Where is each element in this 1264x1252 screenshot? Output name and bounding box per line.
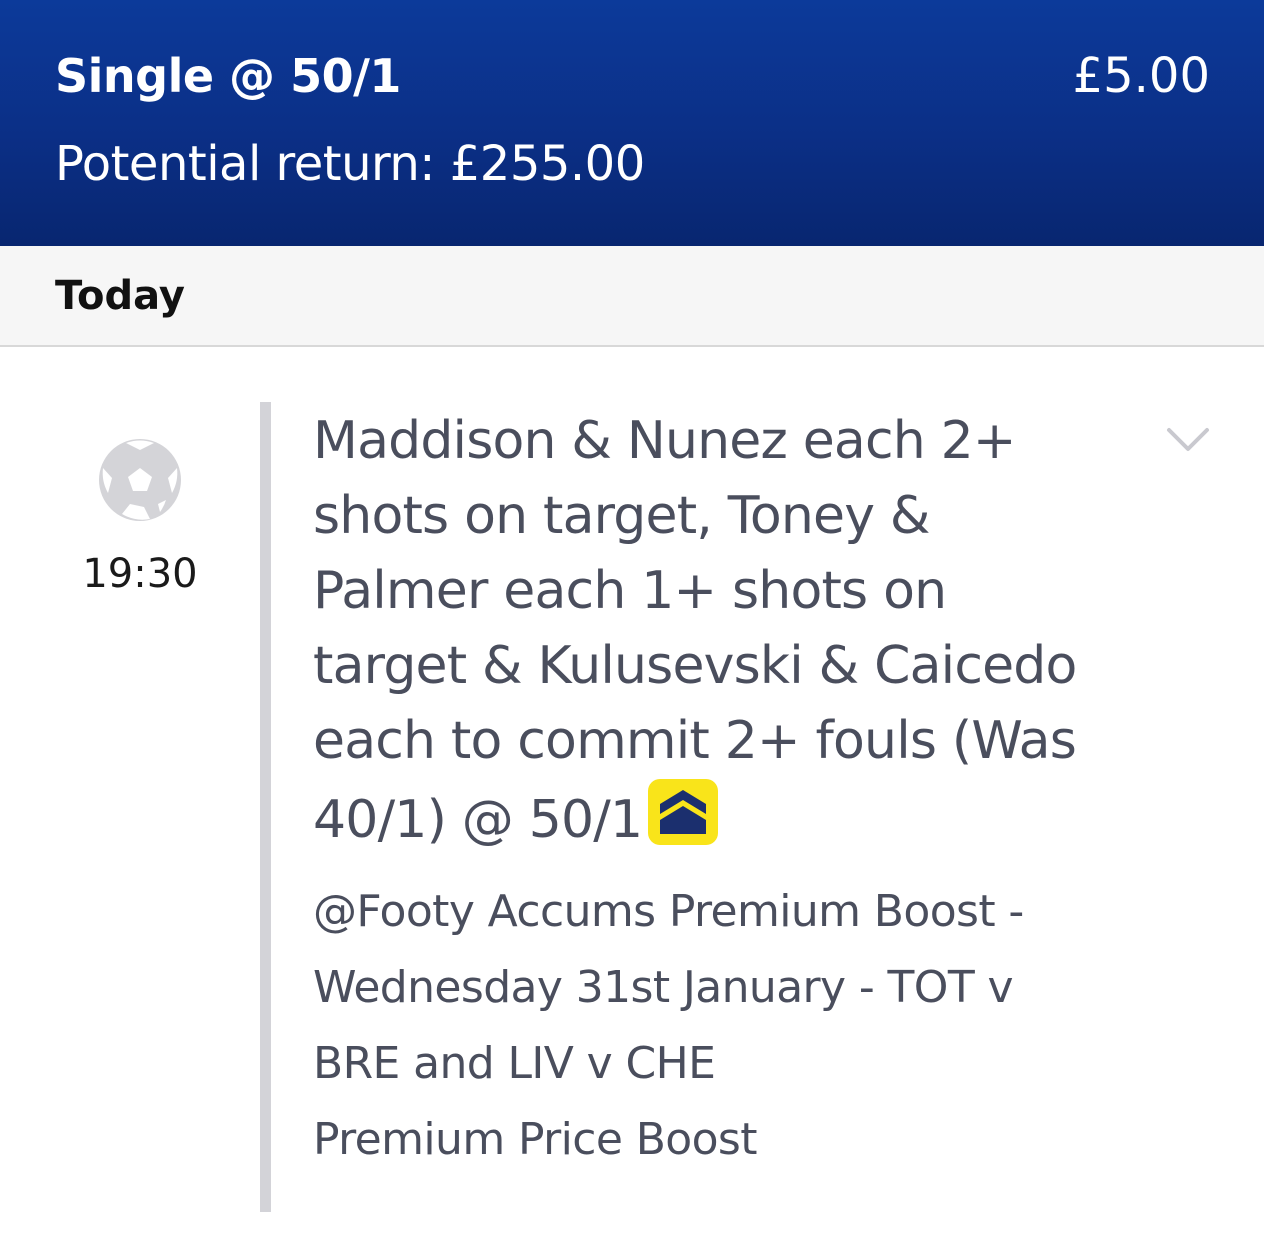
event-time: 19:30 xyxy=(82,551,198,597)
market-line: Wednesday 31st January - TOT v xyxy=(313,962,1014,1013)
chevron-down-icon[interactable] xyxy=(1166,426,1210,454)
day-label: Today xyxy=(55,273,185,319)
stake-amount: £5.00 xyxy=(1072,48,1210,104)
selection-divider xyxy=(260,402,271,1212)
selection-line: shots on target, Toney & xyxy=(313,486,930,546)
selection-line: Palmer each 1+ shots on xyxy=(313,561,947,621)
selection-line: Maddison & Nunez each 2+ xyxy=(313,411,1016,471)
bet-type-label: Single @ 50/1 xyxy=(55,49,401,103)
market-line: Premium Price Boost xyxy=(313,1114,758,1165)
bet-selection-row[interactable]: 19:30 Maddison & Nunez each 2+ shots on … xyxy=(0,348,1264,1252)
selection-line: target & Kulusevski & Caicedo xyxy=(313,636,1077,696)
selection-line: 40/1) @ 50/1 xyxy=(313,790,643,850)
market-line: BRE and LIV v CHE xyxy=(313,1038,716,1089)
potential-return: Potential return: £255.00 xyxy=(55,136,645,192)
football-icon xyxy=(99,439,181,521)
selection-line: each to commit 2+ fouls (Was xyxy=(313,711,1077,771)
bet-summary-header: Single @ 50/1 £5.00 Potential return: £2… xyxy=(0,0,1264,246)
day-section-header: Today xyxy=(0,246,1264,347)
price-boost-icon xyxy=(648,779,719,845)
market-line: @Footy Accums Premium Boost - xyxy=(313,886,1024,937)
market-description: @Footy Accums Premium Boost - Wednesday … xyxy=(313,874,1173,1178)
selection-line-with-boost: 40/1) @ 50/1 xyxy=(313,779,1153,858)
selection-description: Maddison & Nunez each 2+ shots on target… xyxy=(313,404,1153,858)
